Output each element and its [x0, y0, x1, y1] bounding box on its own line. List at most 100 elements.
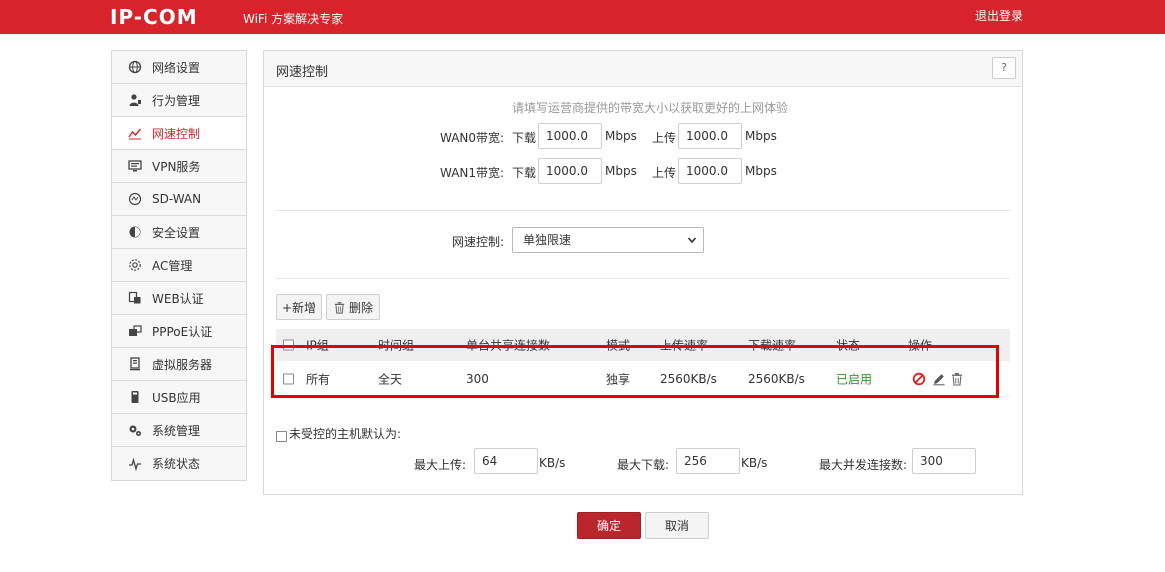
sidebar-item-virtual-server[interactable]: 虚拟服务器	[112, 348, 246, 381]
column-header-status: 状态	[836, 338, 861, 353]
max-download-label: 最大下载:	[617, 458, 670, 472]
cell-ip-group: 所有	[306, 372, 331, 386]
help-button[interactable]: ?	[992, 57, 1016, 79]
web-auth-icon	[128, 291, 142, 305]
bandwidth-hint: 请填写运营商提供的带宽大小以获取更好的上网体验	[512, 101, 789, 115]
usb-icon	[128, 390, 142, 404]
select-all-checkbox[interactable]	[283, 339, 294, 351]
wan1-upload-input[interactable]: 1000.0	[678, 158, 742, 184]
sidebar-nav: 网络设置 行为管理 网速控制 VPN服务 SD-WAN 安全设置 AC管理 WE…	[111, 50, 247, 481]
column-header-time-group: 时间组	[378, 338, 415, 353]
sidebar-item-web-auth[interactable]: WEB认证	[112, 282, 246, 315]
sidebar-item-ac[interactable]: AC管理	[112, 249, 246, 282]
chevron-down-icon	[687, 237, 697, 244]
trash-icon	[334, 301, 345, 314]
add-rule-button[interactable]: +新增	[276, 294, 322, 320]
cell-mode: 独享	[606, 372, 631, 386]
wan1-download-label: 下载	[512, 166, 537, 180]
sidebar-item-label: 虚拟服务器	[152, 357, 213, 372]
top-header: IP-COM WiFi 方案解决专家 退出登录	[0, 0, 1165, 34]
speed-rules-table: IP组 时间组 单台共享连接数 模式 上传速率 下载速率 状态 操作 所有 全天…	[276, 329, 1010, 397]
sidebar-item-behavior[interactable]: 行为管理	[112, 84, 246, 117]
add-rule-label: +新增	[281, 300, 317, 315]
monitor-icon	[128, 159, 142, 173]
disable-icon[interactable]	[912, 372, 926, 386]
wan1-upload-unit: Mbps	[745, 164, 777, 178]
cancel-button[interactable]: 取消	[645, 512, 709, 539]
pppoe-icon	[128, 324, 142, 338]
wan1-download-input[interactable]: 1000.0	[538, 158, 602, 184]
sidebar-item-label: PPPoE认证	[152, 324, 213, 339]
max-connections-label: 最大并发连接数:	[819, 458, 908, 472]
cell-download-rate: 2560KB/s	[748, 371, 805, 386]
wan0-download-input[interactable]: 1000.0	[538, 123, 602, 149]
sidebar-item-label: 网络设置	[152, 60, 201, 75]
header-slogan: WiFi 方案解决专家	[243, 12, 344, 26]
sidebar-item-usb[interactable]: USB应用	[112, 381, 246, 414]
max-upload-unit: KB/s	[539, 456, 566, 470]
shield-icon	[128, 225, 142, 239]
logout-link[interactable]: 退出登录	[975, 7, 1023, 24]
sidebar-item-system-management[interactable]: 系统管理	[112, 414, 246, 447]
delete-rule-button[interactable]: 删除	[326, 294, 380, 320]
speed-line-icon	[128, 126, 142, 140]
panel-header: 网速控制 ?	[264, 51, 1022, 87]
sidebar-item-label: WEB认证	[152, 291, 204, 306]
wan1-label: WAN1带宽:	[440, 166, 505, 180]
cell-status: 已启用	[836, 372, 873, 386]
sidebar-item-network[interactable]: 网络设置	[112, 51, 246, 84]
wan0-label: WAN0带宽:	[440, 131, 505, 145]
cancel-label: 取消	[664, 519, 689, 533]
sidebar-item-label: AC管理	[152, 258, 193, 273]
sidebar-item-sdwan[interactable]: SD-WAN	[112, 183, 246, 216]
confirm-label: 确定	[596, 519, 621, 533]
max-connections-input[interactable]: 300	[912, 448, 976, 474]
column-header-download: 下载速率	[748, 338, 797, 353]
row-checkbox[interactable]	[283, 373, 294, 384]
cell-upload-rate: 2560KB/s	[660, 371, 717, 386]
edit-icon[interactable]	[932, 372, 946, 386]
max-upload-input[interactable]: 64	[474, 448, 538, 474]
sidebar-item-label: 安全设置	[152, 225, 201, 240]
max-download-input[interactable]: 256	[676, 448, 740, 474]
sidebar-item-label: SD-WAN	[152, 192, 202, 206]
ip-com-logo: IP-COM	[110, 5, 198, 29]
sdwan-icon	[128, 192, 142, 206]
wan0-upload-unit: Mbps	[745, 129, 777, 143]
cell-connections: 300	[466, 371, 489, 386]
globe-icon	[128, 60, 142, 74]
wan0-upload-label: 上传	[652, 131, 677, 145]
wan1-upload-label: 上传	[652, 166, 677, 180]
server-icon	[128, 357, 142, 371]
cell-time-group: 全天	[378, 372, 403, 386]
sidebar-item-speed-control[interactable]: 网速控制	[112, 117, 246, 150]
confirm-button[interactable]: 确定	[577, 512, 641, 539]
speed-control-label: 网速控制:	[452, 235, 505, 249]
sidebar-item-label: 行为管理	[152, 93, 201, 108]
uncontrolled-hosts-checkbox[interactable]	[276, 431, 287, 442]
sidebar-item-pppoe[interactable]: PPPoE认证	[112, 315, 246, 348]
ac-icon	[128, 258, 142, 272]
max-download-unit: KB/s	[741, 456, 768, 470]
section-divider	[276, 210, 1010, 211]
sidebar-item-label: 网速控制	[152, 126, 201, 141]
speed-control-panel: 网速控制 ? 请填写运营商提供的带宽大小以获取更好的上网体验 WAN0带宽: 下…	[263, 50, 1023, 495]
sidebar-item-label: 系统管理	[152, 423, 201, 438]
section-divider	[276, 278, 1010, 279]
column-header-ip-group: IP组	[306, 338, 329, 353]
table-header: IP组 时间组 单台共享连接数 模式 上传速率 下载速率 状态 操作	[276, 329, 1010, 361]
max-upload-label: 最大上传:	[414, 458, 467, 472]
sidebar-item-security[interactable]: 安全设置	[112, 216, 246, 249]
sidebar-item-label: 系统状态	[152, 457, 201, 471]
gear-icon	[128, 423, 142, 437]
column-header-connections: 单台共享连接数	[466, 338, 551, 353]
wan0-download-label: 下载	[512, 131, 537, 145]
column-header-upload: 上传速率	[660, 338, 709, 353]
panel-title: 网速控制	[276, 65, 329, 80]
wan0-upload-input[interactable]: 1000.0	[678, 123, 742, 149]
table-row: 所有 全天 300 独享 2560KB/s 2560KB/s 已启用	[276, 361, 1010, 397]
delete-icon[interactable]	[950, 372, 964, 386]
speed-control-select[interactable]: 单独限速	[512, 227, 704, 253]
sidebar-item-vpn[interactable]: VPN服务	[112, 150, 246, 183]
sidebar-item-system-status[interactable]: 系统状态	[112, 447, 246, 480]
